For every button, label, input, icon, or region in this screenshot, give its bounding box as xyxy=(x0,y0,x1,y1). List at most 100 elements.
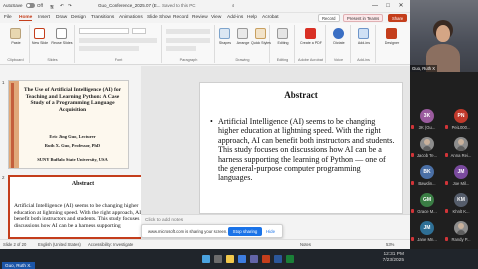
add-ins-group-label: Add-ins xyxy=(357,58,370,62)
slide-canvas[interactable]: Abstract • Artificial Intelligence (AI) … xyxy=(199,82,403,214)
participant-avatar: PN xyxy=(454,109,468,123)
font-size-select[interactable] xyxy=(132,28,146,34)
minimize-icon[interactable]: — xyxy=(370,2,380,11)
participant-name: Jacob Te... xyxy=(416,153,438,158)
text-direction-buttons[interactable] xyxy=(166,46,196,51)
create-pdf-icon[interactable] xyxy=(305,28,316,39)
taskbar-search-icon[interactable] xyxy=(214,255,222,263)
close-icon[interactable]: ✕ xyxy=(396,2,406,11)
participant-avatar: JM xyxy=(454,165,468,179)
slide-thumbnail-2[interactable]: Abstract Artificial Intelligence (AI) se… xyxy=(8,175,158,239)
tab-draw[interactable]: Draw xyxy=(56,15,67,20)
tab-help[interactable]: Help xyxy=(247,15,257,20)
tab-add-ins[interactable]: Add-ins xyxy=(227,15,243,20)
status-bar: Slide 2 of 20 English (United States) Ac… xyxy=(0,239,410,249)
reuse-slides-label: Reuse Slides xyxy=(51,41,73,45)
thumbnail-2-body: Artificial Intelligence (AI) seems to be… xyxy=(14,203,151,229)
start-icon[interactable] xyxy=(202,255,210,263)
tab-slide-show[interactable]: Slide Show xyxy=(147,15,171,20)
teams-icon[interactable] xyxy=(250,255,258,263)
save-icon[interactable]: 🖫 xyxy=(50,3,54,11)
participant-name: Grace M... xyxy=(417,209,437,214)
clipboard-group: Paste Clipboard xyxy=(2,25,30,63)
share-button[interactable]: Share xyxy=(388,14,408,22)
tab-record[interactable]: Record xyxy=(173,15,188,20)
search-icon[interactable]: ⌕ xyxy=(232,3,235,8)
arrange-icon[interactable] xyxy=(237,28,248,39)
redo-icon[interactable]: ↷ xyxy=(68,3,72,9)
participant-tile[interactable]: KM Khnlt K... xyxy=(444,192,478,220)
participant-avatar xyxy=(454,137,468,151)
self-view-label: Guo, Ruth X. xyxy=(2,262,35,269)
participant-name: Bawdin... xyxy=(418,181,436,186)
participant-tile[interactable]: Randy P... xyxy=(444,220,478,248)
participant-tile[interactable]: Anna Rei... xyxy=(444,136,478,164)
alignment-buttons[interactable] xyxy=(166,38,210,43)
tab-animations[interactable]: Animations xyxy=(119,15,143,20)
list-buttons[interactable] xyxy=(166,29,210,34)
designer-group: Designer xyxy=(377,25,407,63)
thumbnail-2-title: Abstract xyxy=(71,181,95,187)
reuse-slides-icon[interactable] xyxy=(56,28,67,39)
tab-insert[interactable]: Insert xyxy=(38,15,50,20)
zoom-level[interactable]: 53% xyxy=(386,242,394,247)
font-format-buttons[interactable] xyxy=(79,38,157,43)
screen-sharing-bar: www.microsoft.com is sharing your screen… xyxy=(141,224,283,238)
thumbnail-1-title: The Use of Artificial Intelligence (AI) … xyxy=(23,87,122,113)
participant-tile[interactable]: Jacob Te... xyxy=(410,136,444,164)
browser-icon[interactable] xyxy=(238,255,246,263)
participant-name: 3K (Gu... xyxy=(418,125,436,130)
slide-title[interactable]: Abstract xyxy=(200,90,402,100)
font-family-select[interactable] xyxy=(79,28,129,34)
drawing-group-label: Drawing xyxy=(235,58,250,62)
maximize-icon[interactable]: □ xyxy=(383,2,393,11)
participant-tile[interactable]: BK Bawdin... xyxy=(410,164,444,192)
participant-tile[interactable]: 3K 3K (Gu... xyxy=(410,108,444,136)
bullet-marker: • xyxy=(210,117,213,126)
paste-icon[interactable] xyxy=(10,28,21,39)
tab-acrobat[interactable]: Acrobat xyxy=(262,15,279,20)
tab-file[interactable]: File xyxy=(4,15,12,20)
tab-home[interactable]: Home xyxy=(19,15,33,21)
new-slide-icon[interactable] xyxy=(34,28,45,39)
ribbon-home: Paste Clipboard New Slide Reuse Slides S… xyxy=(0,23,410,65)
designer-icon[interactable] xyxy=(386,28,397,39)
add-ins-icon[interactable] xyxy=(358,28,369,39)
thumbnail-1-author-1: Eric Jing Guo, Lecturer xyxy=(49,134,96,139)
editing-label: Editing xyxy=(277,41,289,45)
excel-icon[interactable] xyxy=(286,255,294,263)
accessibility-status[interactable]: Accessibility: Investigate xyxy=(88,242,133,247)
speaker-face xyxy=(436,25,450,42)
microphone-icon[interactable] xyxy=(333,28,344,39)
save-status[interactable]: Saved to this PC xyxy=(162,3,196,8)
slide-position: Slide 2 of 20 xyxy=(3,242,27,247)
participant-name: Jane Mn... xyxy=(417,237,437,242)
slide-thumbnail-1[interactable]: The Use of Artificial Intelligence (AI) … xyxy=(8,80,129,169)
tab-review[interactable]: Review xyxy=(192,15,208,20)
participant-tile[interactable]: JM Joe Mil... xyxy=(444,164,478,192)
tab-transitions[interactable]: Transitions xyxy=(91,15,114,20)
undo-icon[interactable]: ↶ xyxy=(60,3,64,9)
font-color-buttons[interactable] xyxy=(79,46,139,51)
word-icon[interactable] xyxy=(274,255,282,263)
tab-design[interactable]: Design xyxy=(71,15,86,20)
drawing-group: Shapes Arrange Quick Styles Drawing xyxy=(216,25,271,63)
present-in-teams-button[interactable]: Present in Teams xyxy=(343,14,384,22)
notes-toggle[interactable]: Notes xyxy=(300,242,311,247)
find-icon[interactable] xyxy=(277,28,288,39)
shapes-icon[interactable] xyxy=(219,28,230,39)
speaker-video-tile[interactable]: Guo, Ruth X xyxy=(410,0,478,72)
autosave-toggle[interactable] xyxy=(26,3,35,8)
quick-styles-icon[interactable] xyxy=(255,28,266,39)
taskbar-clock[interactable]: 12:31 PM 7/23/2025 xyxy=(383,252,404,264)
tab-view[interactable]: View xyxy=(211,15,221,20)
participant-tile[interactable]: JM Jane Mn... xyxy=(410,220,444,248)
file-explorer-icon[interactable] xyxy=(226,255,234,263)
language-status[interactable]: English (United States) xyxy=(38,242,81,247)
participant-tile[interactable]: GM Grace M... xyxy=(410,192,444,220)
hide-button[interactable]: Hide xyxy=(266,227,275,236)
participant-tile[interactable]: PN PeiL000... xyxy=(444,108,478,136)
stop-sharing-button[interactable]: Stop sharing xyxy=(228,227,262,236)
powerpoint-icon[interactable] xyxy=(262,255,270,263)
record-button[interactable]: Record xyxy=(318,14,340,22)
